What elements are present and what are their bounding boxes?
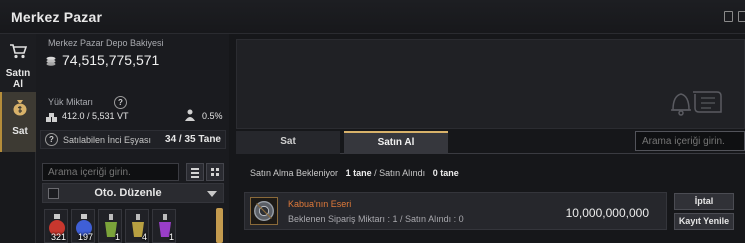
sellable-slots-value: 34 / 35 Tane <box>165 134 221 145</box>
item-count: 4 <box>141 232 147 242</box>
storage-search-input[interactable] <box>42 163 179 181</box>
inventory-grid: 321 197 1 4 1 <box>44 209 214 243</box>
item-count: 1 <box>114 232 120 242</box>
balance-label: Merkez Pazar Depo Bakiyesi <box>48 38 164 48</box>
storage-panel: Merkez Pazar Depo Bakiyesi 74,515,775,57… <box>36 34 229 243</box>
weight-value: 412.0 / 5,531 VT <box>62 111 129 121</box>
pending-label: Satın Alma Bekleniyor <box>250 168 339 178</box>
list-icon-line <box>191 176 199 178</box>
market-main-panel: Sat Satın Al Satın Alma Bekleniyor 1 tan… <box>229 34 745 243</box>
auto-sort-dropdown[interactable]: Oto. Düzenle <box>42 183 224 203</box>
title-bar: Merkez Pazar <box>0 0 745 34</box>
auto-sort-label: Oto. Düzenle <box>94 187 162 199</box>
tab-buy-label: Satın Al <box>5 68 31 90</box>
tab-sell-label: Sat <box>12 126 28 137</box>
grid-icon <box>211 168 214 171</box>
artifact-icon <box>250 197 278 225</box>
cancel-order-button[interactable]: İptal <box>674 193 734 210</box>
order-item-name: Kabua'nın Eseri <box>288 199 352 209</box>
inventory-slot[interactable]: 1 <box>152 209 176 243</box>
list-view-button[interactable] <box>186 163 204 181</box>
side-tab-column: Satın Al Sat <box>0 34 36 243</box>
market-search-input[interactable] <box>635 131 745 151</box>
cart-icon <box>10 44 27 59</box>
pending-value: 1 tane <box>345 168 372 178</box>
list-icon-line <box>191 172 199 174</box>
window-title: Merkez Pazar <box>11 9 103 25</box>
inventory-slot[interactable]: 1 <box>98 209 122 243</box>
bell-scroll-icon <box>671 91 722 116</box>
inventory-scrollbar[interactable] <box>216 208 223 243</box>
balance-value: 74,515,775,571 <box>62 52 160 68</box>
tab-sell[interactable]: Sat <box>0 92 36 152</box>
weight-label: Yük Miktarı <box>48 97 94 107</box>
tab-buy-orders[interactable]: Satın Al <box>344 131 448 154</box>
weight-icon <box>46 113 57 122</box>
chevron-down-icon <box>207 191 217 197</box>
tab-sell-orders[interactable]: Sat <box>236 131 340 154</box>
window-control-icon[interactable] <box>738 11 745 22</box>
sellable-slots-label: Satılabilen İnci Eşyası <box>63 135 152 145</box>
received-value: 0 tane <box>432 168 459 178</box>
help-icon[interactable]: ? <box>45 133 58 146</box>
help-icon[interactable]: ? <box>114 96 127 109</box>
pending-separator: / <box>374 168 377 178</box>
tab-buy[interactable]: Satın Al <box>0 34 36 92</box>
grid-icon-cell <box>211 173 214 176</box>
sellable-slots-box: ? Satılabilen İnci Eşyası 34 / 35 Tane <box>40 130 226 149</box>
order-quantity-info: Beklenen Sipariş Miktarı : 1 / Satın Alı… <box>288 214 464 224</box>
money-bag-icon <box>13 100 27 116</box>
item-count: 321 <box>50 232 66 242</box>
order-price: 10,000,000,000 <box>565 206 649 220</box>
inventory-slot[interactable]: 197 <box>71 209 95 243</box>
inventory-slot[interactable]: 4 <box>125 209 149 243</box>
weight-percent: 0.5% <box>202 111 223 121</box>
renew-order-button[interactable]: Kayıt Yenile <box>674 213 734 230</box>
item-count: 1 <box>168 232 174 242</box>
inventory-slot[interactable]: 321 <box>44 209 68 243</box>
list-icon <box>191 168 199 170</box>
grid-icon-cell <box>216 173 219 176</box>
restore-icon[interactable] <box>724 11 733 22</box>
silver-coin-stack-icon <box>46 56 56 66</box>
received-label: Satın Alındı <box>379 168 426 178</box>
order-row[interactable]: Kabua'nın Eseri Beklenen Sipariş Miktarı… <box>244 192 667 230</box>
person-weight-icon <box>185 109 195 121</box>
pending-summary: Satın Alma Bekleniyor 1 tane / Satın Alı… <box>250 168 459 178</box>
item-count: 197 <box>77 232 93 242</box>
notice-area <box>236 39 745 129</box>
grid-view-button[interactable] <box>206 163 224 181</box>
grid-icon-cell <box>216 168 219 171</box>
